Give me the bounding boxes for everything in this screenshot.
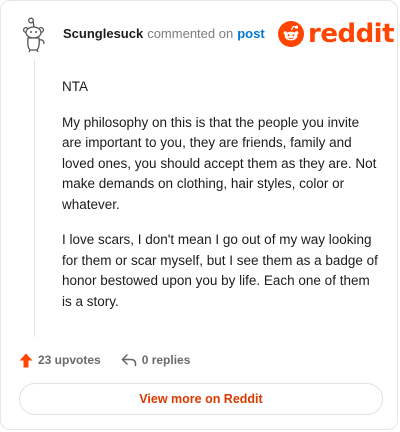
reddit-wordmark: reddit — [308, 19, 395, 49]
comment-paragraph: NTA — [62, 79, 88, 94]
thread-line — [34, 59, 35, 337]
comment-embed-card: Scunglesuck commented on post reddit NTA M… — [0, 0, 398, 430]
username-link[interactable]: Scunglesuck — [63, 26, 143, 41]
replies-button[interactable]: 0 replies — [121, 353, 191, 367]
comment-paragraph: I love scars, I don't mean I go out of m… — [62, 232, 378, 309]
upvote-button[interactable]: 23 upvotes — [19, 353, 101, 368]
comment-body: NTA My philosophy on this is that the pe… — [62, 77, 382, 327]
reddit-logo-icon — [278, 21, 304, 47]
reddit-logo[interactable]: reddit — [278, 19, 395, 49]
view-more-button[interactable]: View more on Reddit — [19, 383, 383, 415]
replies-count: 0 replies — [141, 353, 191, 367]
post-link[interactable]: post — [237, 26, 264, 41]
reply-arrow-icon — [121, 354, 136, 367]
comment-paragraph: My philosophy on this is that the people… — [62, 114, 377, 212]
comment-actions: 23 upvotes 0 replies — [19, 350, 190, 370]
upvote-count: 23 upvotes — [38, 353, 101, 367]
user-avatar-icon[interactable] — [19, 17, 51, 53]
upvote-arrow-icon — [19, 353, 33, 367]
comment-header: Scunglesuck commented on post — [63, 26, 265, 41]
commented-on-text: commented on — [147, 26, 234, 41]
